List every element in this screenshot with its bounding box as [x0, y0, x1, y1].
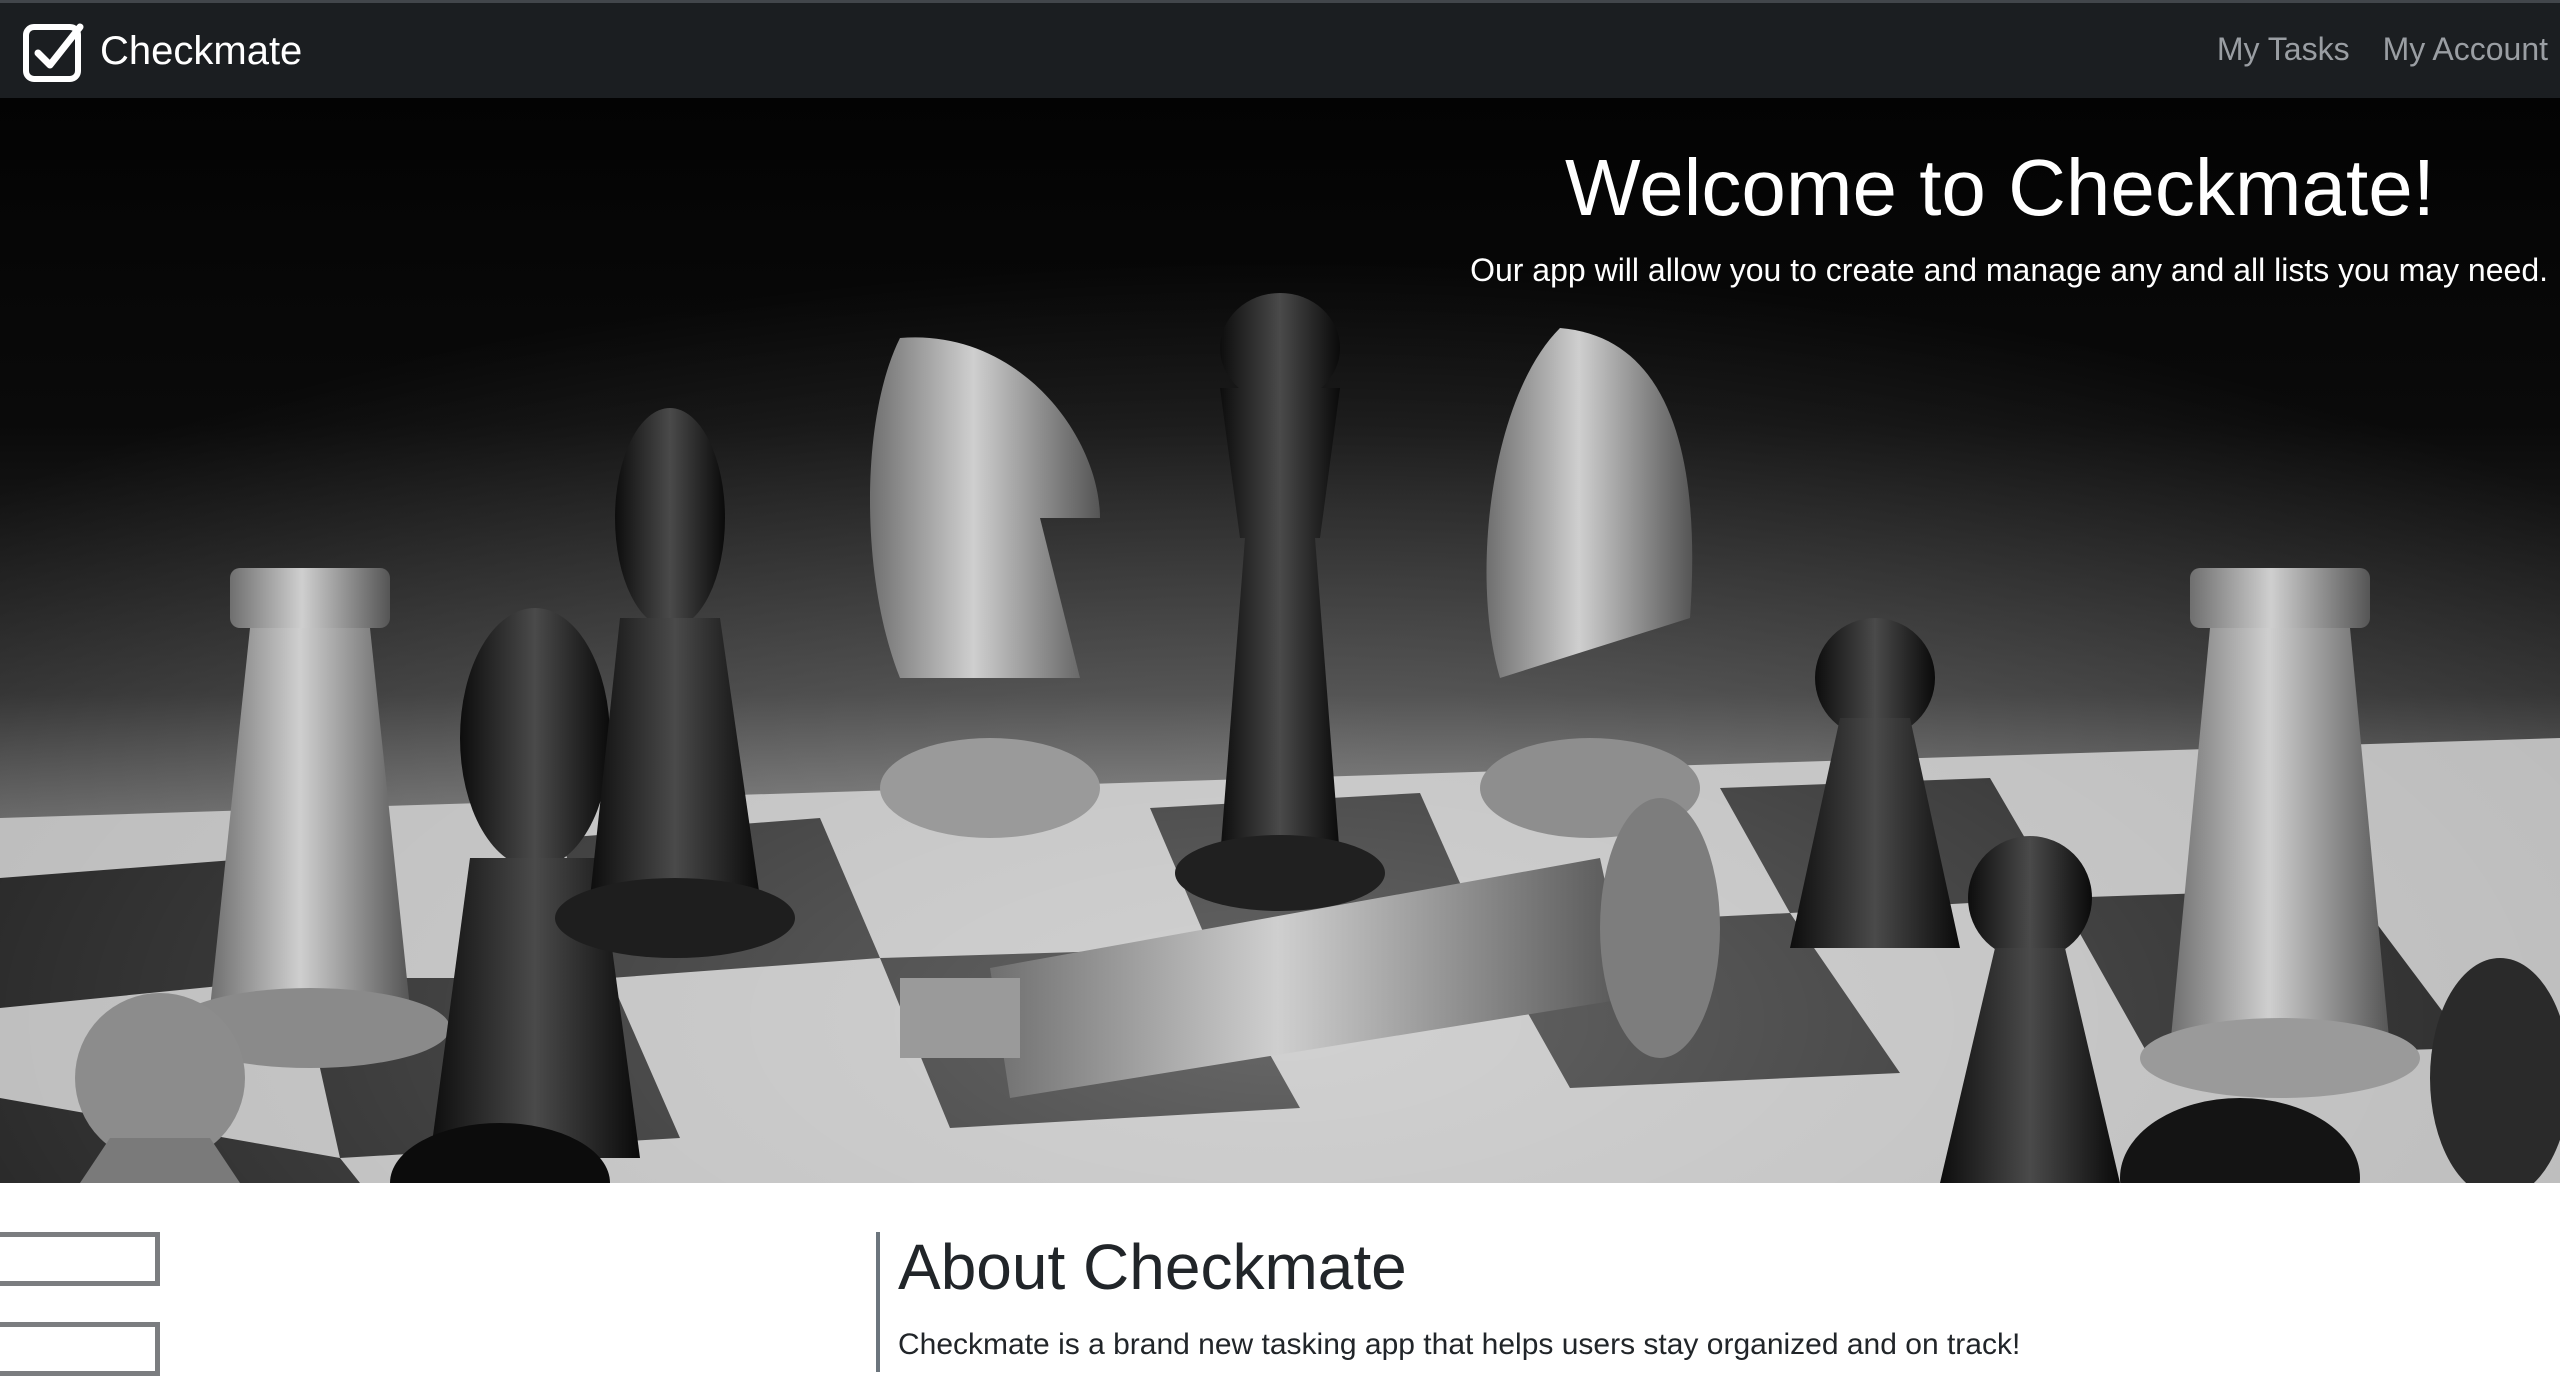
brand-link[interactable]: Checkmate	[22, 19, 302, 83]
side-box-2	[0, 1322, 160, 1376]
about-text: Checkmate is a brand new tasking app tha…	[898, 1328, 2021, 1361]
side-box-1	[0, 1232, 160, 1286]
about-divider	[876, 1232, 880, 1372]
top-navbar: Checkmate My Tasks My Account	[0, 0, 2560, 98]
nav-link-my-account[interactable]: My Account	[2383, 31, 2548, 68]
hero-subtitle: Our app will allow you to create and man…	[1470, 252, 2548, 288]
hero-title: Welcome to Checkmate!	[1565, 143, 2435, 232]
about-title: About Checkmate	[898, 1231, 1407, 1303]
nav-link-my-tasks[interactable]: My Tasks	[2217, 31, 2350, 68]
nav-links: My Tasks My Account	[2184, 31, 2548, 68]
brand-name: Checkmate	[100, 28, 303, 73]
checkbox-check-icon	[23, 23, 84, 82]
hero-banner: Welcome to Checkmate! Our app will allow…	[0, 98, 2560, 1183]
